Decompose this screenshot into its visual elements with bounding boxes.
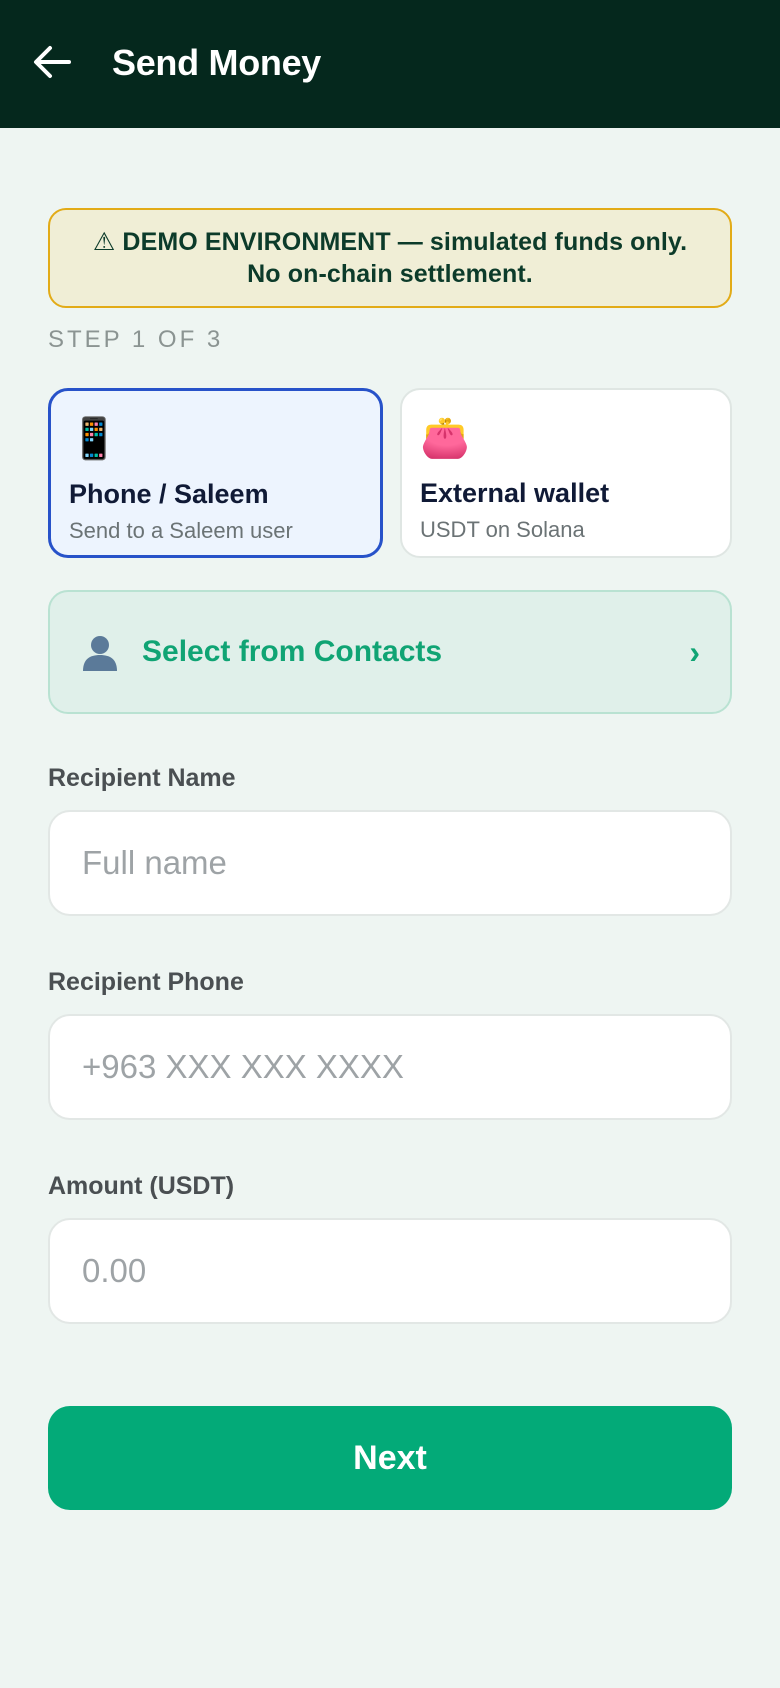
recipient-phone-input[interactable] [48, 1014, 732, 1120]
demo-environment-banner: ⚠ DEMO ENVIRONMENT — simulated funds onl… [48, 208, 732, 308]
arrow-left-icon [34, 46, 71, 78]
app-header: Send Money [0, 0, 780, 128]
person-silhouette-icon [83, 636, 117, 671]
demo-banner-text: ⚠ DEMO ENVIRONMENT — simulated funds onl… [92, 228, 688, 288]
back-button[interactable] [30, 40, 74, 84]
next-button[interactable]: Next [48, 1406, 732, 1510]
method-title: Phone / Saleem [69, 479, 269, 509]
select-from-contacts-button[interactable]: Select from Contacts › [48, 590, 732, 714]
method-subtitle: Send to a Saleem user [69, 518, 293, 543]
mobile-phone-icon: 📱 [69, 417, 119, 461]
recipient-name-input[interactable] [48, 810, 732, 916]
method-card-phone-saleem[interactable]: 📱 Phone / Saleem Send to a Saleem user [48, 388, 383, 558]
page-title: Send Money [112, 42, 322, 83]
method-card-external-wallet[interactable]: 👛 External wallet USDT on Solana [400, 388, 732, 558]
contacts-label: Select from Contacts [142, 635, 443, 668]
method-title: External wallet [420, 478, 610, 508]
recipient-name-label: Recipient Name [48, 764, 236, 792]
chevron-right-icon: › [689, 633, 700, 670]
purse-wallet-icon: 👛 [420, 416, 470, 460]
step-indicator: STEP 1 OF 3 [48, 326, 224, 353]
recipient-phone-label: Recipient Phone [48, 968, 244, 996]
amount-label: Amount (USDT) [48, 1172, 235, 1200]
amount-input[interactable] [48, 1218, 732, 1324]
method-subtitle: USDT on Solana [420, 517, 585, 542]
